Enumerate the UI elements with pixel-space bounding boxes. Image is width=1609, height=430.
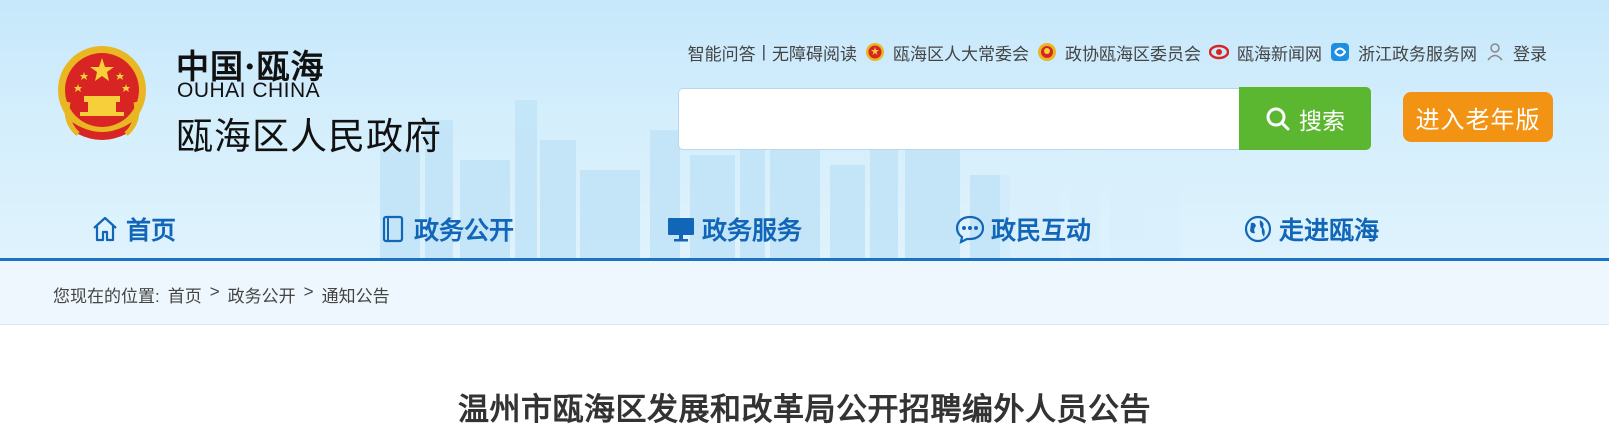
link-accessible-reading[interactable]: 无障碍阅读 — [772, 40, 857, 65]
news-logo-icon — [1209, 44, 1229, 60]
breadcrumb-separator: > — [303, 282, 314, 301]
breadcrumb-prefix: 您现在的位置: — [53, 287, 160, 306]
national-emblem-logo — [58, 46, 146, 140]
chat-icon — [955, 215, 985, 244]
government-name: 瓯海区人民政府 — [176, 116, 442, 157]
link-npc[interactable]: 瓯海区人大常委会 — [893, 40, 1029, 65]
login-link[interactable]: 登录 — [1513, 40, 1547, 65]
main-nav: 首页 政务公开 政务服务 政民互动 走进瓯海 — [0, 205, 1609, 255]
nav-item-interaction[interactable]: 政民互动 — [955, 205, 1091, 253]
document-icon — [382, 215, 404, 243]
article-title: 温州市瓯海区发展和改革局公开招聘编外人员公告 — [458, 392, 1151, 427]
nav-item-label: 走进瓯海 — [1279, 217, 1380, 245]
brand-title-en: OUHAI CHINA — [177, 79, 321, 102]
search-input[interactable] — [678, 88, 1240, 150]
search-button[interactable]: 搜索 — [1239, 87, 1371, 150]
elder-mode-button[interactable]: 进入老年版 — [1403, 92, 1553, 142]
cppcc-emblem-icon — [1038, 43, 1056, 61]
nav-item-home[interactable]: 首页 — [90, 205, 176, 253]
link-zj-service[interactable]: 浙江政务服务网 — [1358, 40, 1477, 65]
user-icon — [1487, 43, 1503, 61]
breadcrumb-bar: 您现在的位置: 首页 > 政务公开 > 通知公告 — [0, 261, 1609, 325]
link-ouhai-news[interactable]: 瓯海新闻网 — [1237, 40, 1322, 65]
top-links-bar: 智能问答 | 无障碍阅读 瓯海区人大常委会 政协瓯海区委员会 瓯海新闻网 浙江政… — [688, 40, 1547, 64]
monitor-icon — [668, 218, 694, 242]
npc-emblem-icon — [866, 43, 884, 61]
link-ai-qa[interactable]: 智能问答 — [688, 40, 756, 65]
globe-icon — [1244, 215, 1272, 243]
nav-item-label: 首页 — [126, 217, 177, 245]
link-cppcc[interactable]: 政协瓯海区委员会 — [1065, 40, 1201, 65]
nav-item-label: 政务公开 — [414, 217, 515, 245]
breadcrumb-separator: > — [209, 282, 220, 301]
nav-item-about-ouhai[interactable]: 走进瓯海 — [1243, 205, 1379, 253]
breadcrumb: 您现在的位置: 首页 > 政务公开 > 通知公告 — [53, 282, 390, 307]
breadcrumb-item-home[interactable]: 首页 — [168, 282, 202, 307]
link-separator: | — [761, 42, 766, 61]
nav-item-label: 政民互动 — [991, 217, 1092, 245]
search-icon — [1266, 107, 1290, 130]
home-icon — [93, 216, 117, 242]
nav-item-gov-affairs[interactable]: 政务公开 — [378, 205, 514, 253]
zj-service-logo-icon — [1331, 43, 1349, 61]
breadcrumb-item-gov-affairs[interactable]: 政务公开 — [228, 282, 296, 307]
nav-item-label: 政务服务 — [702, 217, 803, 245]
nav-item-gov-service[interactable]: 政务服务 — [666, 205, 802, 253]
search-button-label: 搜索 — [1299, 107, 1345, 134]
breadcrumb-item-notices[interactable]: 通知公告 — [322, 282, 390, 307]
